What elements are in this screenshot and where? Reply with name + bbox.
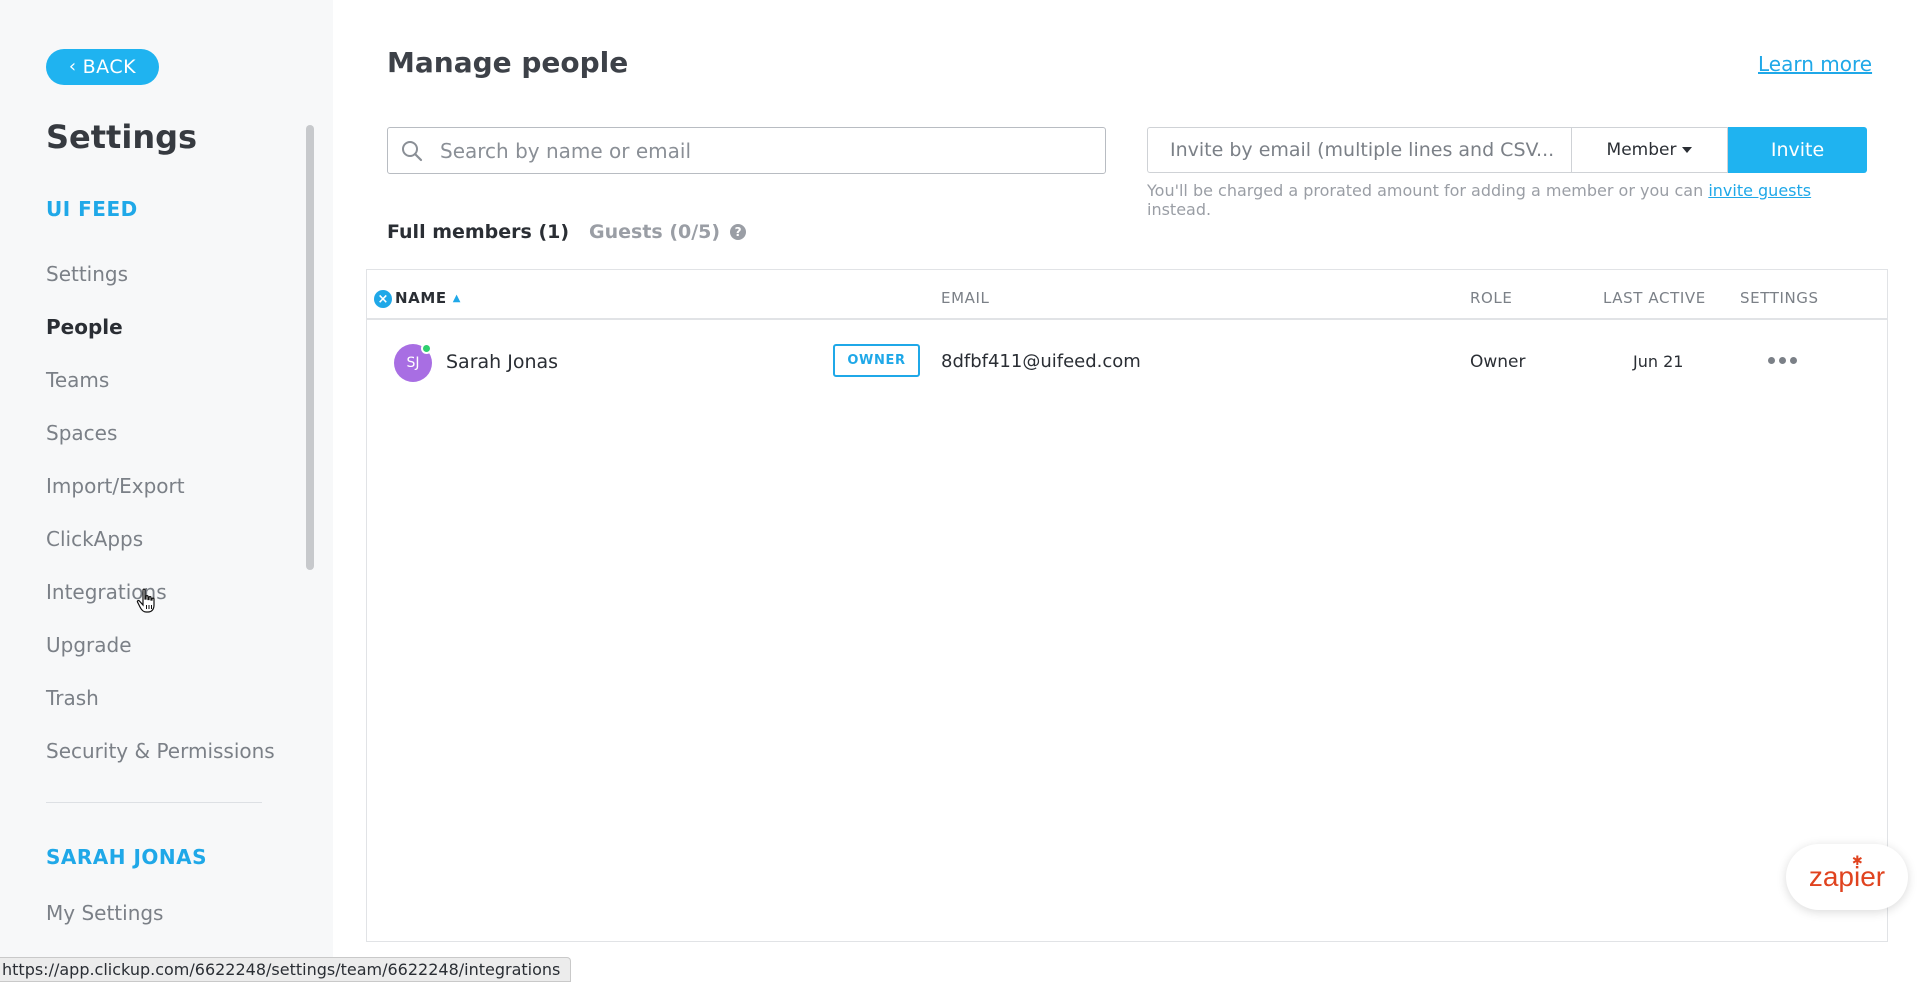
column-header-role[interactable]: ROLE <box>1470 289 1512 307</box>
charge-note-suffix: instead. <box>1147 200 1212 219</box>
column-header-last-active[interactable]: LAST ACTIVE <box>1603 289 1706 307</box>
search-box <box>387 127 1106 174</box>
workspace-section-title: UI FEED <box>46 197 138 221</box>
dot <box>1789 356 1797 364</box>
page-title: Manage people <box>387 46 629 79</box>
dot <box>1767 356 1775 364</box>
help-icon[interactable]: ? <box>730 224 747 240</box>
sidebar-item-my-settings[interactable]: My Settings <box>46 901 163 925</box>
invite-group: Member Invite <box>1147 127 1867 173</box>
member-role: Owner <box>1470 352 1526 372</box>
chevron-left-icon: ‹ <box>68 56 77 77</box>
tab-guests-label: Guests (0/5) <box>589 221 721 243</box>
sidebar-item-clickapps[interactable]: ClickApps <box>46 527 143 551</box>
zapier-asterisk-icon: ✱ <box>1851 853 1863 868</box>
sidebar-divider <box>46 802 262 803</box>
search-icon <box>402 140 423 161</box>
sidebar-item-spaces[interactable]: Spaces <box>46 421 117 445</box>
caret-down-icon <box>1682 147 1693 153</box>
column-header-name-label: NAME <box>395 289 447 307</box>
dot <box>1778 356 1786 364</box>
sidebar-item-settings[interactable]: Settings <box>46 262 128 286</box>
members-table: × NAME ▲ EMAIL ROLE LAST ACTIVE SETTINGS… <box>366 269 1888 942</box>
clear-sort-icon[interactable]: × <box>374 290 392 308</box>
member-email: 8dfbf411@uifeed.com <box>941 351 1141 372</box>
table-header: × NAME ▲ EMAIL ROLE LAST ACTIVE SETTINGS <box>367 270 1887 320</box>
sidebar-item-teams[interactable]: Teams <box>46 368 109 392</box>
owner-badge: OWNER <box>833 344 920 377</box>
zapier-label: zapier <box>1808 861 1886 892</box>
column-header-settings: SETTINGS <box>1740 289 1819 307</box>
column-header-email[interactable]: EMAIL <box>941 289 989 307</box>
sidebar-item-import-export[interactable]: Import/Export <box>46 474 185 498</box>
role-select-value: Member <box>1606 140 1677 160</box>
invite-button[interactable]: Invite <box>1728 127 1867 173</box>
charge-note-prefix: You'll be charged a prorated amount for … <box>1147 181 1709 200</box>
sidebar-item-people[interactable]: People <box>46 315 123 339</box>
table-row: SJ Sarah Jonas OWNER 8dfbf411@uifeed.com… <box>367 320 1887 400</box>
learn-more-link[interactable]: Learn more <box>1758 52 1872 76</box>
sidebar-scrollbar[interactable] <box>306 125 314 570</box>
column-header-name[interactable]: NAME ▲ <box>395 289 461 307</box>
link-status-bar: https://app.clickup.com/6622248/settings… <box>0 957 572 982</box>
tab-full-members[interactable]: Full members (1) <box>387 221 569 243</box>
sidebar-item-trash[interactable]: Trash <box>46 686 99 710</box>
back-button-label: BACK <box>82 56 137 78</box>
settings-sidebar: ‹ BACK Settings UI FEED Settings People … <box>0 0 333 982</box>
invite-email-input[interactable] <box>1168 138 1562 162</box>
member-name: Sarah Jonas <box>446 351 559 373</box>
sidebar-title: Settings <box>46 118 198 156</box>
back-button[interactable]: ‹ BACK <box>46 49 159 85</box>
zapier-logo: zapier ✱ <box>1808 853 1886 893</box>
hand-pointer-cursor-icon <box>136 588 155 613</box>
invite-email-box <box>1147 127 1571 173</box>
online-status-icon <box>421 343 432 354</box>
search-input[interactable] <box>438 137 1082 164</box>
charge-note: You'll be charged a prorated amount for … <box>1147 181 1867 219</box>
sidebar-item-upgrade[interactable]: Upgrade <box>46 633 132 657</box>
member-last-active: Jun 21 <box>1633 352 1684 371</box>
tab-guests[interactable]: Guests (0/5) ? <box>589 221 747 243</box>
zapier-button[interactable]: zapier ✱ <box>1786 844 1908 910</box>
sort-ascending-icon: ▲ <box>452 292 462 304</box>
sidebar-item-security-permissions[interactable]: Security & Permissions <box>46 739 275 763</box>
user-section-title: SARAH JONAS <box>46 845 208 869</box>
more-options-icon[interactable] <box>1764 345 1800 375</box>
invite-guests-link[interactable]: invite guests <box>1708 181 1811 200</box>
role-select[interactable]: Member <box>1571 127 1728 173</box>
